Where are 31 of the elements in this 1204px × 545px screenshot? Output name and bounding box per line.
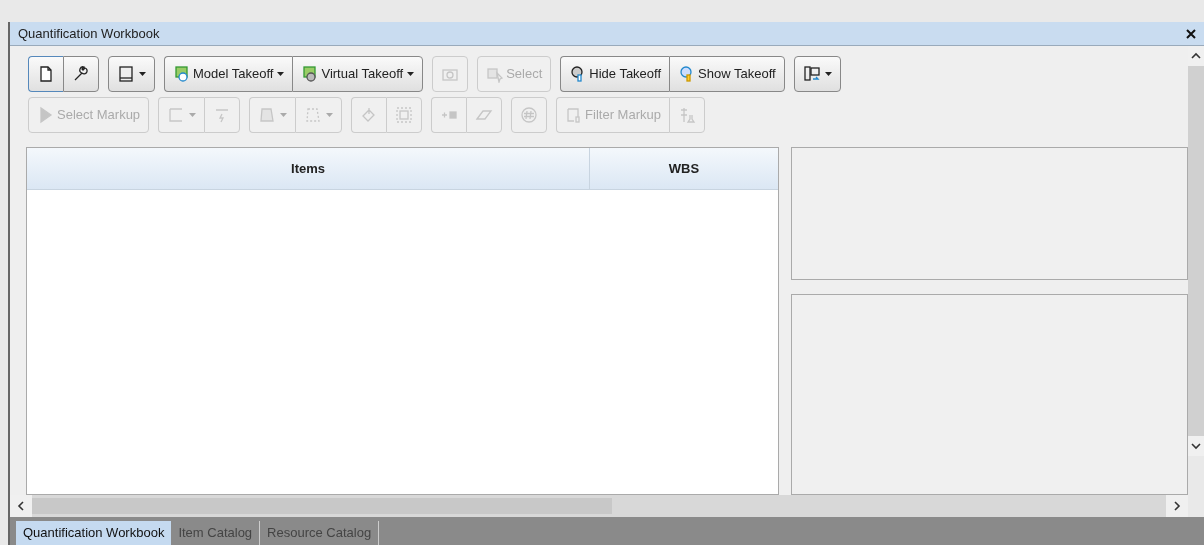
- column-header[interactable]: Items: [27, 148, 590, 189]
- page-icon: [37, 65, 55, 83]
- layout-icon: [802, 65, 821, 83]
- caret-icon: [277, 72, 285, 76]
- select-box-icon: [395, 106, 414, 124]
- caret-icon: [407, 72, 415, 76]
- book-button[interactable]: [108, 56, 155, 92]
- toolbar-button[interactable]: Hide Takeoff: [560, 56, 670, 92]
- cube-cursor-icon: [486, 65, 505, 83]
- toolbar-button[interactable]: Virtual Takeoff: [292, 56, 424, 92]
- polygon-icon: [304, 106, 323, 124]
- caret-icon: [189, 113, 197, 117]
- layout-button[interactable]: [793, 56, 841, 92]
- page-button[interactable]: [28, 56, 63, 92]
- tab[interactable]: Quantification Workbook: [16, 521, 172, 545]
- toolbar-button[interactable]: Model Takeoff: [164, 56, 293, 92]
- window-title: Quantification Workbook: [18, 24, 160, 43]
- caret-icon: [326, 113, 334, 117]
- horizontal-scrollbar[interactable]: [10, 495, 1188, 517]
- caret-icon: [280, 113, 288, 117]
- hash-icon: [520, 106, 539, 124]
- scroll-left-icon[interactable]: [10, 495, 32, 517]
- scroll-right-icon[interactable]: [1166, 495, 1188, 517]
- caret-icon: [139, 72, 146, 76]
- book-icon: [117, 65, 135, 83]
- column-header[interactable]: WBS: [590, 148, 778, 189]
- scrollbar-thumb[interactable]: [32, 498, 612, 514]
- close-icon[interactable]: [1186, 28, 1196, 39]
- polygon-icon: [258, 106, 277, 124]
- caret-icon: [824, 72, 832, 76]
- toolbar-button[interactable]: Show Takeoff: [669, 56, 785, 92]
